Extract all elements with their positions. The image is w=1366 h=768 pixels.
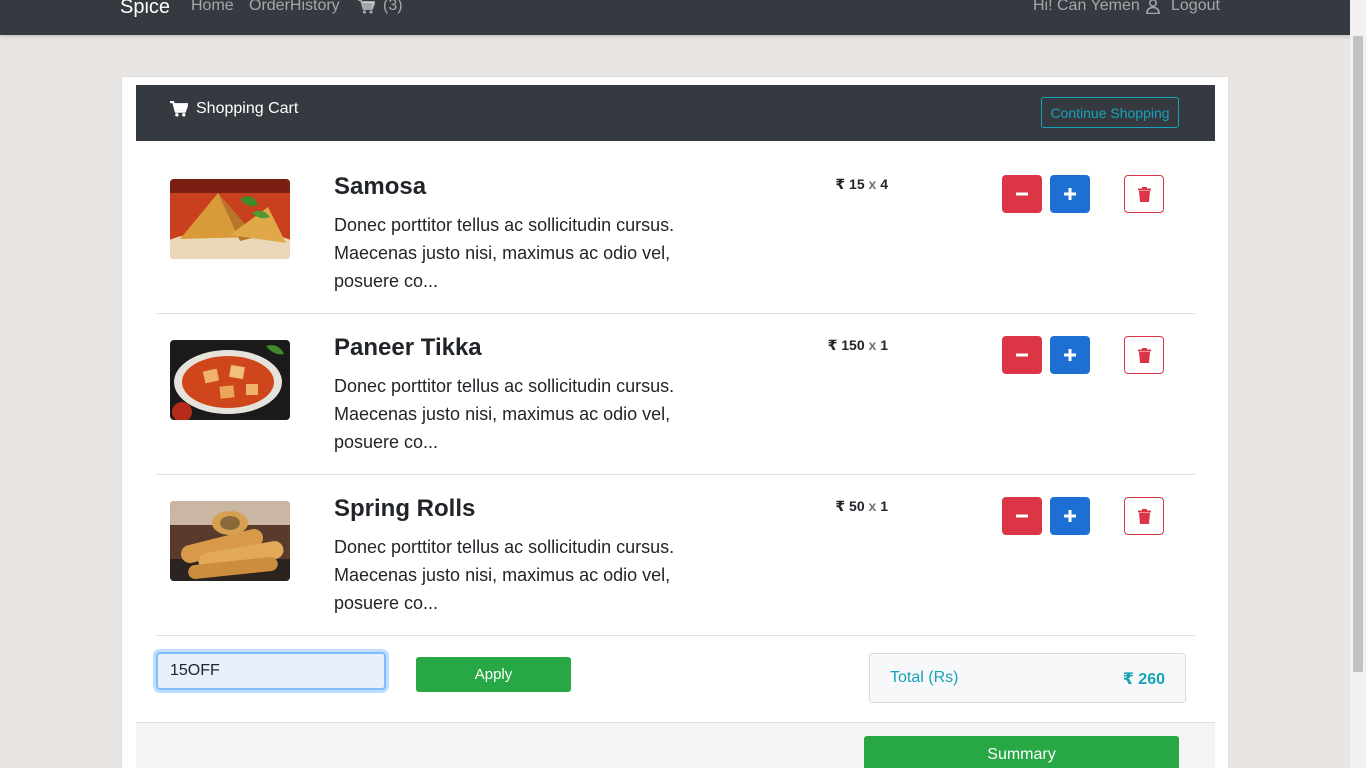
- qty-separator: x: [868, 176, 877, 192]
- trash-icon: [1137, 347, 1151, 363]
- nav-cart-link[interactable]: (3): [358, 0, 403, 15]
- scrollbar-thumb[interactable]: [1353, 36, 1363, 672]
- cart-icon: [170, 101, 188, 117]
- user-greeting[interactable]: Hi! Can Yemen: [1033, 0, 1160, 15]
- item-name: Spring Rolls: [334, 495, 476, 522]
- trash-icon: [1137, 186, 1151, 202]
- cart-item: Paneer Tikka Donec porttitor tellus ac s…: [156, 326, 1195, 487]
- cart-icon: [358, 0, 375, 14]
- item-image-samosa: [170, 179, 290, 259]
- minus-icon: [1016, 514, 1028, 518]
- cart-item: Spring Rolls Donec porttitor tellus ac s…: [156, 487, 1195, 648]
- cart-title-text: Shopping Cart: [196, 100, 299, 117]
- item-description: Donec porttitor tellus ac sollicitudin c…: [334, 537, 675, 613]
- item-name: Paneer Tikka: [334, 334, 482, 361]
- item-quantity: 1: [880, 498, 888, 514]
- plus-icon: [1064, 349, 1076, 361]
- cart-header: Shopping Cart Continue Shopping: [136, 85, 1215, 141]
- plus-icon: [1064, 510, 1076, 522]
- coupon-code-input[interactable]: [156, 652, 386, 690]
- item-divider: [156, 313, 1195, 314]
- increase-quantity-button[interactable]: [1050, 175, 1090, 213]
- shopping-cart-card: Shopping Cart Continue Shopping Samosa D…: [121, 76, 1229, 768]
- total-box: Total (Rs) ₹ 260: [869, 653, 1186, 703]
- apply-coupon-button[interactable]: Apply: [416, 657, 571, 692]
- minus-icon: [1016, 353, 1028, 357]
- item-image-paneer-tikka: [170, 340, 290, 420]
- qty-separator: x: [868, 337, 877, 353]
- top-navbar: Spice Home OrderHistory (3) Hi! Can Yeme…: [0, 0, 1350, 35]
- trash-icon: [1137, 508, 1151, 524]
- item-image-spring-rolls: [170, 501, 290, 581]
- plus-icon: [1064, 188, 1076, 200]
- remove-item-button[interactable]: [1124, 497, 1164, 535]
- item-unit-price: ₹ 50: [835, 498, 865, 514]
- item-description: Donec porttitor tellus ac sollicitudin c…: [334, 376, 675, 452]
- cart-item: Samosa Donec porttitor tellus ac sollici…: [156, 165, 1195, 326]
- item-name: Samosa: [334, 173, 427, 200]
- user-icon: [1145, 0, 1160, 14]
- user-greeting-text: Hi! Can Yemen: [1033, 0, 1140, 14]
- continue-shopping-button[interactable]: Continue Shopping: [1041, 97, 1179, 128]
- decrease-quantity-button[interactable]: [1002, 497, 1042, 535]
- cart-count: (3): [383, 0, 403, 14]
- increase-quantity-button[interactable]: [1050, 497, 1090, 535]
- total-value: ₹ 260: [1122, 671, 1165, 688]
- total-label: Total (Rs): [890, 669, 959, 686]
- logout-link[interactable]: Logout: [1171, 0, 1220, 15]
- minus-icon: [1016, 192, 1028, 196]
- qty-separator: x: [868, 498, 877, 514]
- item-description: Donec porttitor tellus ac sollicitudin c…: [334, 215, 675, 291]
- item-unit-price: ₹ 15: [835, 176, 865, 192]
- item-quantity: 4: [880, 176, 888, 192]
- cart-footer: Summary: [136, 722, 1215, 768]
- item-divider: [156, 635, 1195, 636]
- item-price: ₹ 150 x 1: [828, 337, 888, 354]
- cart-title: Shopping Cart: [170, 100, 298, 118]
- item-price: ₹ 50 x 1: [835, 498, 888, 515]
- decrease-quantity-button[interactable]: [1002, 175, 1042, 213]
- item-price: ₹ 15 x 4: [835, 176, 888, 193]
- item-divider: [156, 474, 1195, 475]
- brand-logo[interactable]: Spice: [120, 0, 170, 19]
- increase-quantity-button[interactable]: [1050, 336, 1090, 374]
- nav-home-link[interactable]: Home: [191, 0, 234, 15]
- page-scrollbar[interactable]: [1350, 0, 1366, 768]
- decrease-quantity-button[interactable]: [1002, 336, 1042, 374]
- remove-item-button[interactable]: [1124, 175, 1164, 213]
- summary-button[interactable]: Summary: [864, 736, 1179, 768]
- nav-order-history-link[interactable]: OrderHistory: [249, 0, 340, 15]
- item-quantity: 1: [880, 337, 888, 353]
- remove-item-button[interactable]: [1124, 336, 1164, 374]
- item-unit-price: ₹ 150: [827, 337, 865, 353]
